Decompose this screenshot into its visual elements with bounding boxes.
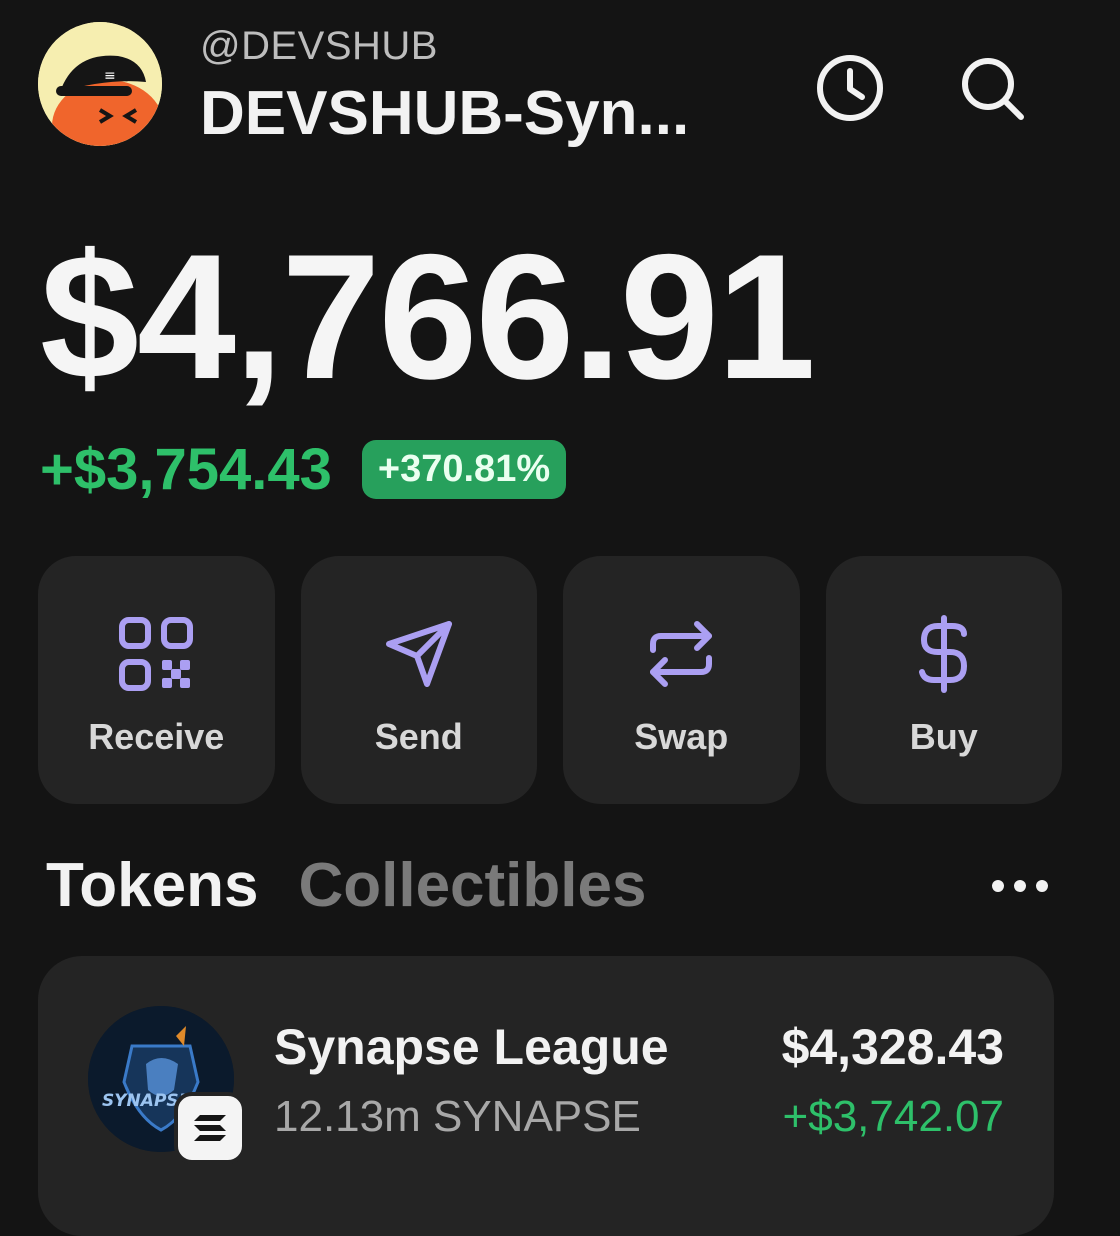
- clock-icon: [817, 55, 883, 121]
- token-change: +$3,742.07: [782, 1092, 1004, 1141]
- buy-label: Buy: [909, 716, 978, 757]
- tab-collectibles[interactable]: Collectibles: [298, 850, 646, 921]
- tab-tokens[interactable]: Tokens: [46, 850, 258, 921]
- search-icon: [962, 58, 1024, 120]
- balance-change-row: +$3,754.43 +370.81%: [40, 436, 567, 503]
- avatar-image: ≡: [38, 22, 162, 146]
- balance-change-percent-badge: +370.81%: [361, 440, 567, 499]
- dollar-icon: [902, 612, 986, 696]
- avatar[interactable]: ≡: [38, 22, 162, 146]
- token-name: Synapse League: [274, 1019, 669, 1075]
- header: ≡ @DEVSHUB DEVSHUB-Syn...: [0, 0, 1120, 170]
- token-value: $4,328.43: [781, 1019, 1004, 1075]
- send-label: Send: [374, 716, 463, 757]
- history-button[interactable]: [814, 52, 886, 124]
- svg-text:≡: ≡: [104, 68, 116, 84]
- asset-tabs: Tokens Collectibles: [46, 850, 646, 921]
- receive-button[interactable]: Receive: [38, 556, 275, 804]
- account-name[interactable]: DEVSHUB-Syn...: [200, 78, 689, 149]
- search-button[interactable]: [956, 52, 1028, 124]
- send-icon: [377, 612, 461, 696]
- buy-button[interactable]: Buy: [825, 556, 1062, 804]
- qr-code-icon: [114, 612, 198, 696]
- receive-label: Receive: [88, 716, 225, 757]
- total-balance: $4,766.91: [40, 217, 816, 416]
- chain-badge: [174, 1092, 246, 1164]
- quick-actions: Receive Send Swap Buy: [38, 556, 1062, 804]
- token-amount: 12.13m SYNAPSE: [274, 1092, 641, 1141]
- account-handle: @DEVSHUB: [200, 24, 438, 68]
- swap-label: Swap: [634, 716, 729, 757]
- swap-button[interactable]: Swap: [563, 556, 800, 804]
- swap-icon: [639, 612, 723, 696]
- token-row[interactable]: SYNAPSE LEAGUE Synapse League 12.13m SYN…: [38, 956, 1054, 1236]
- more-options-button[interactable]: [980, 862, 1060, 910]
- send-button[interactable]: Send: [300, 556, 537, 804]
- balance-change-amount: +$3,754.43: [40, 437, 332, 502]
- more-horizontal-icon: [992, 880, 1048, 892]
- solana-icon: [194, 1115, 226, 1141]
